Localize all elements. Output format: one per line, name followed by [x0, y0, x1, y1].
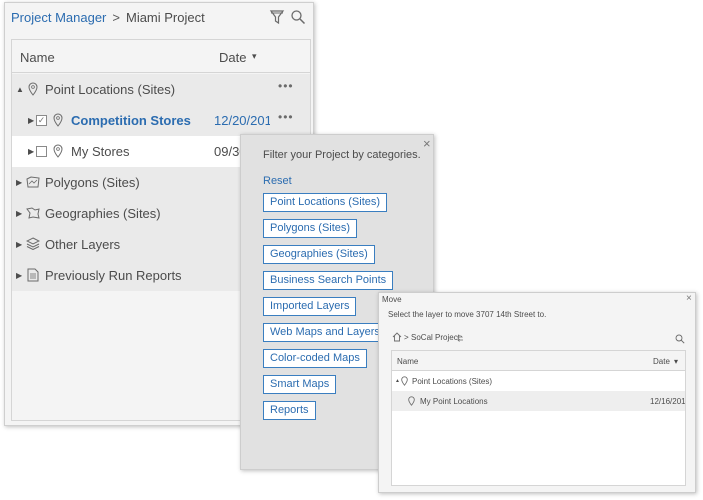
sort-desc-icon[interactable]: ▾ — [674, 357, 678, 366]
pin-icon — [53, 144, 63, 158]
layers-icon — [26, 237, 40, 250]
row-date: 12/16/2016 — [650, 397, 685, 406]
row-label: My Point Locations — [420, 397, 488, 406]
filter-chip-smart-maps[interactable]: Smart Maps — [263, 375, 337, 394]
table-row[interactable]: ▲ Point Locations (Sites) — [392, 371, 685, 391]
breadcrumb-root-link[interactable]: Project Manager — [11, 10, 106, 25]
layer-checkbox[interactable] — [36, 146, 47, 157]
filter-chip-color-coded-maps[interactable]: Color-coded Maps — [263, 349, 367, 368]
filter-icon[interactable] — [269, 9, 285, 25]
row-label: Point Locations (Sites) — [45, 82, 176, 97]
pin-icon — [53, 113, 63, 127]
expand-toggle-icon[interactable]: ▶ — [28, 147, 34, 156]
panel-header: Project Manager > Miami Project — [5, 3, 313, 33]
filter-chip-web-maps[interactable]: Web Maps and Layers — [263, 323, 387, 342]
breadcrumb-separator: > — [404, 333, 409, 342]
filter-title: Filter your Project by categories. — [263, 149, 421, 161]
column-date-header[interactable]: Date — [653, 357, 670, 366]
expand-toggle-icon[interactable]: ▶ — [16, 209, 22, 218]
breadcrumb-current: Miami Project — [125, 10, 205, 25]
table-row[interactable]: My Point Locations 12/16/2016 — [392, 391, 685, 411]
switch-project-icon[interactable] — [456, 334, 464, 343]
more-options-icon[interactable]: ••• — [278, 110, 294, 124]
table-row[interactable]: ▲ Point Locations (Sites) ••• — [12, 74, 310, 105]
close-icon[interactable]: × — [686, 293, 692, 304]
collapse-toggle-icon[interactable]: ▲ — [16, 85, 24, 94]
layer-checkbox[interactable]: ✓ — [36, 115, 47, 126]
row-label: Competition Stores — [71, 113, 191, 128]
row-label: My Stores — [71, 144, 130, 159]
search-icon[interactable] — [675, 334, 685, 344]
reset-link[interactable]: Reset — [263, 175, 292, 187]
report-icon — [27, 268, 39, 282]
breadcrumb: Project Manager > Miami Project — [11, 10, 205, 25]
dialog-instruction: Select the layer to move 3707 14th Stree… — [388, 310, 547, 319]
collapse-toggle-icon[interactable]: ▲ — [395, 378, 400, 384]
column-name-header[interactable]: Name — [20, 50, 55, 65]
filter-chip-point-locations[interactable]: Point Locations (Sites) — [263, 193, 388, 212]
expand-toggle-icon[interactable]: ▶ — [16, 271, 22, 280]
table-row[interactable]: ▶ ✓ Competition Stores 12/20/2016 ••• — [12, 105, 310, 136]
search-icon[interactable] — [290, 9, 306, 25]
move-dialog: Move × Select the layer to move 3707 14t… — [378, 292, 696, 493]
layer-table: Name Date ▾ ▲ Point Locations (Sites) My… — [391, 350, 686, 486]
row-date: 12/20/2016 — [214, 113, 270, 128]
row-label: Geographies (Sites) — [45, 206, 161, 221]
breadcrumb-separator: > — [112, 10, 120, 25]
table-header: Name Date ▾ — [392, 351, 685, 371]
pin-icon — [408, 396, 415, 406]
column-date-header[interactable]: Date — [219, 50, 246, 65]
column-name-header[interactable]: Name — [397, 357, 418, 366]
polygon-icon — [26, 176, 40, 188]
dialog-title: Move — [382, 295, 402, 304]
sort-desc-icon[interactable]: ▾ — [252, 51, 257, 62]
pin-icon — [401, 376, 408, 386]
filter-chip-imported-layers[interactable]: Imported Layers — [263, 297, 357, 316]
close-icon[interactable]: × — [423, 136, 431, 151]
row-label: Previously Run Reports — [45, 268, 182, 283]
geography-icon — [26, 207, 40, 219]
table-header: Name Date ▾ — [12, 40, 310, 73]
pin-icon — [28, 82, 38, 96]
filter-chip-geographies[interactable]: Geographies (Sites) — [263, 245, 375, 264]
more-options-icon[interactable]: ••• — [278, 79, 294, 93]
expand-toggle-icon[interactable]: ▶ — [16, 240, 22, 249]
home-icon[interactable] — [392, 332, 402, 342]
row-label: Other Layers — [45, 237, 121, 252]
filter-chip-business-search[interactable]: Business Search Points — [263, 271, 394, 290]
row-label: Point Locations (Sites) — [412, 377, 493, 386]
breadcrumb-current: SoCal Project — [411, 333, 460, 342]
expand-toggle-icon[interactable]: ▶ — [16, 178, 22, 187]
row-label: Polygons (Sites) — [45, 175, 140, 190]
filter-chip-reports[interactable]: Reports — [263, 401, 316, 420]
filter-chip-polygons[interactable]: Polygons (Sites) — [263, 219, 358, 238]
expand-toggle-icon[interactable]: ▶ — [28, 116, 34, 125]
